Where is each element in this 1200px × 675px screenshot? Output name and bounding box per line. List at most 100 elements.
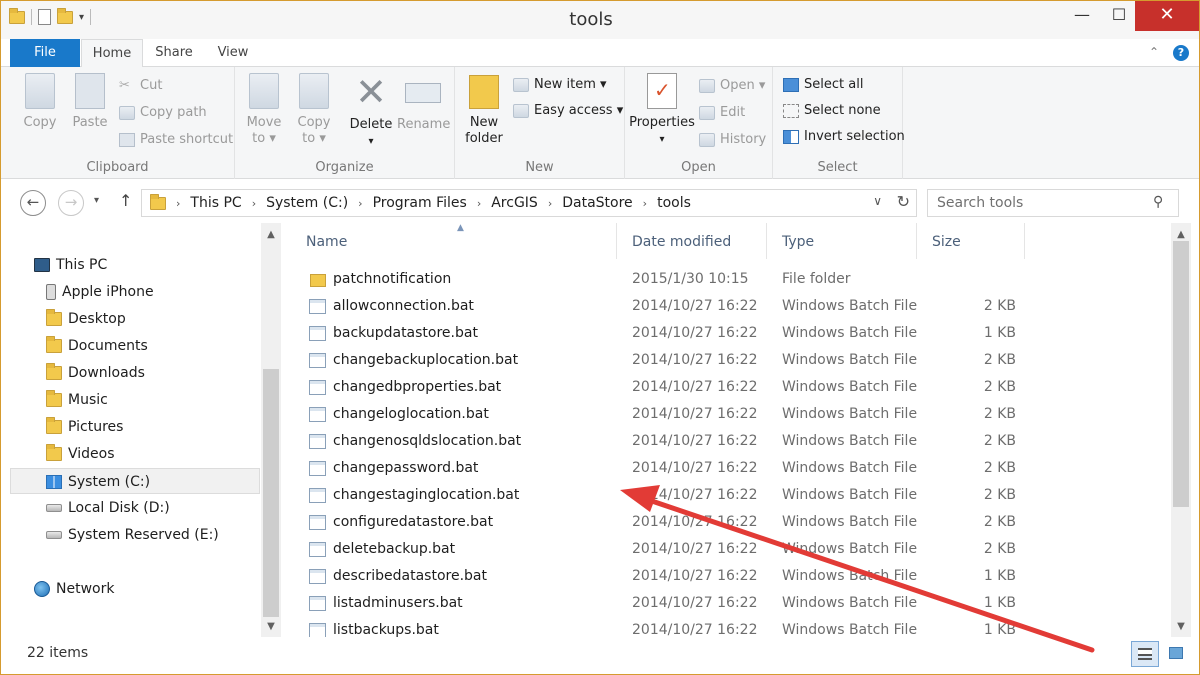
chevron-right-icon[interactable]: ›	[477, 197, 481, 210]
paste-shortcut-button[interactable]: Paste shortcut	[119, 130, 233, 150]
file-row[interactable]: backupdatastore.bat 2014/10/27 16:22 Windo…	[291, 320, 1171, 347]
nav-apple-iphone[interactable]: Apple iPhone	[1, 279, 259, 305]
file-size: 2 KB	[983, 514, 1016, 530]
column-date-modified[interactable]: Date modified	[617, 223, 767, 259]
select-none-button[interactable]: Select none	[783, 101, 881, 121]
tab-view[interactable]: View	[206, 39, 260, 67]
chevron-right-icon[interactable]: ›	[643, 197, 647, 210]
search-icon[interactable]: ⚲	[1153, 194, 1189, 210]
file-date-modified: 2014/10/27 16:22	[632, 595, 758, 611]
nav-pictures[interactable]: Pictures	[1, 414, 259, 440]
nav-local-disk-d[interactable]: Local Disk (D:)	[1, 495, 259, 521]
file-row[interactable]: configuredatastore.bat 2014/10/27 16:22 Wi…	[291, 509, 1171, 536]
nav-this-pc[interactable]: This PC	[1, 252, 259, 278]
address-dropdown-icon[interactable]: ∨	[873, 194, 882, 208]
nav-downloads[interactable]: Downloads	[1, 360, 259, 386]
help-icon[interactable]: ?	[1173, 45, 1189, 61]
paste-button[interactable]: Paste	[67, 73, 113, 131]
recent-locations-dropdown-icon[interactable]: ▾	[94, 195, 99, 206]
scroll-up-icon[interactable]: ▲	[261, 229, 281, 240]
breadcrumb-tools[interactable]: tools	[657, 195, 691, 211]
file-row[interactable]: listadminusers.bat 2014/10/27 16:22 Window…	[291, 590, 1171, 617]
nav-music[interactable]: Music	[1, 387, 259, 413]
history-button[interactable]: History	[699, 130, 766, 150]
details-view-button[interactable]	[1131, 641, 1159, 667]
easy-access-button[interactable]: Easy access ▾	[513, 101, 623, 121]
chevron-right-icon[interactable]: ›	[358, 197, 362, 210]
copy-to-button[interactable]: Copy to ▾	[291, 73, 337, 147]
scroll-up-icon[interactable]: ▲	[1171, 229, 1191, 240]
nav-documents[interactable]: Documents	[1, 333, 259, 359]
delete-dropdown-icon: ▾	[368, 136, 374, 147]
copy-path-button[interactable]: Copy path	[119, 103, 207, 123]
large-icons-view-button[interactable]	[1163, 641, 1189, 667]
nav-network[interactable]: Network	[1, 576, 259, 602]
file-row[interactable]: changebackuplocation.bat 2014/10/27 16:22…	[291, 347, 1171, 374]
tab-file[interactable]: File	[10, 39, 80, 67]
file-size: 2 KB	[983, 406, 1016, 422]
file-row[interactable]: listbackups.bat 2014/10/27 16:22 Windows B…	[291, 617, 1171, 637]
minimize-button[interactable]: —	[1061, 1, 1103, 31]
delete-button[interactable]: ✕ Delete ▾	[345, 73, 397, 150]
forward-arrow-icon[interactable]: →	[58, 190, 84, 216]
collapse-ribbon-icon[interactable]: ⌃	[1149, 45, 1159, 61]
back-arrow-icon[interactable]: ←	[20, 190, 46, 216]
file-row[interactable]: changedbproperties.bat 2014/10/27 16:22 Wi…	[291, 374, 1171, 401]
invert-selection-button[interactable]: Invert selection	[783, 127, 905, 147]
file-row[interactable]: changepassword.bat 2014/10/27 16:22 Window…	[291, 455, 1171, 482]
tab-home[interactable]: Home	[81, 39, 143, 68]
file-row[interactable]: patchnotification 2015/1/30 10:15 File fol…	[291, 266, 1171, 293]
file-row[interactable]: changeloglocation.bat 2014/10/27 16:22 Win…	[291, 401, 1171, 428]
refresh-icon[interactable]: ↻	[897, 192, 910, 211]
select-all-button[interactable]: Select all	[783, 75, 863, 95]
folder-icon	[150, 193, 166, 210]
properties-icon: ✓	[647, 73, 677, 109]
breadcrumb-datastore[interactable]: DataStore	[562, 195, 632, 211]
move-to-button[interactable]: Move to ▾	[241, 73, 287, 147]
breadcrumb-arcgis[interactable]: ArcGIS	[491, 195, 538, 211]
chevron-right-icon[interactable]: ›	[548, 197, 552, 210]
chevron-right-icon[interactable]: ›	[252, 197, 256, 210]
address-bar[interactable]: › This PC › System (C:) › Program Files …	[141, 189, 917, 217]
file-row[interactable]: deletebackup.bat 2014/10/27 16:22 Windows …	[291, 536, 1171, 563]
nav-system-c[interactable]: System (C:)	[10, 468, 260, 494]
chevron-right-icon[interactable]: ›	[176, 197, 180, 210]
properties-button[interactable]: ✓ Properties ▾	[629, 73, 695, 148]
copy-button[interactable]: Copy	[17, 73, 63, 131]
breadcrumb-system-c[interactable]: System (C:)	[266, 195, 348, 211]
file-list-scrollbar[interactable]: ▲ ▼	[1171, 223, 1191, 637]
nav-pane-scrollbar[interactable]: ▲ ▼	[261, 223, 281, 637]
column-type[interactable]: Type	[767, 223, 917, 259]
maximize-button[interactable]: ☐	[1103, 1, 1135, 31]
tab-share[interactable]: Share	[146, 39, 202, 67]
new-folder-button[interactable]: New folder	[461, 73, 507, 147]
breadcrumb-this-pc[interactable]: This PC	[190, 195, 241, 211]
up-arrow-icon[interactable]: ↑	[119, 191, 132, 210]
nav-system-reserved-e[interactable]: System Reserved (E:)	[1, 522, 259, 548]
edit-button[interactable]: Edit	[699, 103, 745, 123]
scroll-down-icon[interactable]: ▼	[261, 621, 281, 632]
rename-button[interactable]: Rename	[397, 73, 450, 133]
file-row[interactable]: changestaginglocation.bat 2014/10/27 16:2…	[291, 482, 1171, 509]
ribbon-tabs: File Home Share View ⌃ ?	[1, 39, 1199, 68]
scrollbar-thumb[interactable]	[263, 369, 279, 617]
batch-file-icon	[309, 299, 326, 314]
search-input[interactable]: Search tools	[927, 189, 1179, 217]
breadcrumb-program-files[interactable]: Program Files	[373, 195, 467, 211]
file-row[interactable]: allowconnection.bat 2014/10/27 16:22 Windo…	[291, 293, 1171, 320]
file-date-modified: 2014/10/27 16:22	[632, 514, 758, 530]
scroll-down-icon[interactable]: ▼	[1171, 621, 1191, 632]
file-row[interactable]: changenosqldslocation.bat 2014/10/27 16:2…	[291, 428, 1171, 455]
file-name: deletebackup.bat	[333, 541, 456, 557]
nav-desktop[interactable]: Desktop	[1, 306, 259, 332]
column-name[interactable]: Name	[291, 223, 617, 259]
close-button[interactable]: ✕	[1135, 1, 1199, 31]
cut-button[interactable]: ✂ Cut	[119, 76, 162, 96]
open-button[interactable]: Open ▾	[699, 76, 765, 96]
file-row[interactable]: describedatastore.bat 2014/10/27 16:22 Win…	[291, 563, 1171, 590]
nav-videos[interactable]: Videos	[1, 441, 259, 467]
new-item-button[interactable]: New item ▾	[513, 75, 607, 95]
delete-label: Delete	[349, 117, 393, 132]
column-size[interactable]: Size	[917, 223, 1025, 259]
scrollbar-thumb[interactable]	[1173, 241, 1189, 507]
